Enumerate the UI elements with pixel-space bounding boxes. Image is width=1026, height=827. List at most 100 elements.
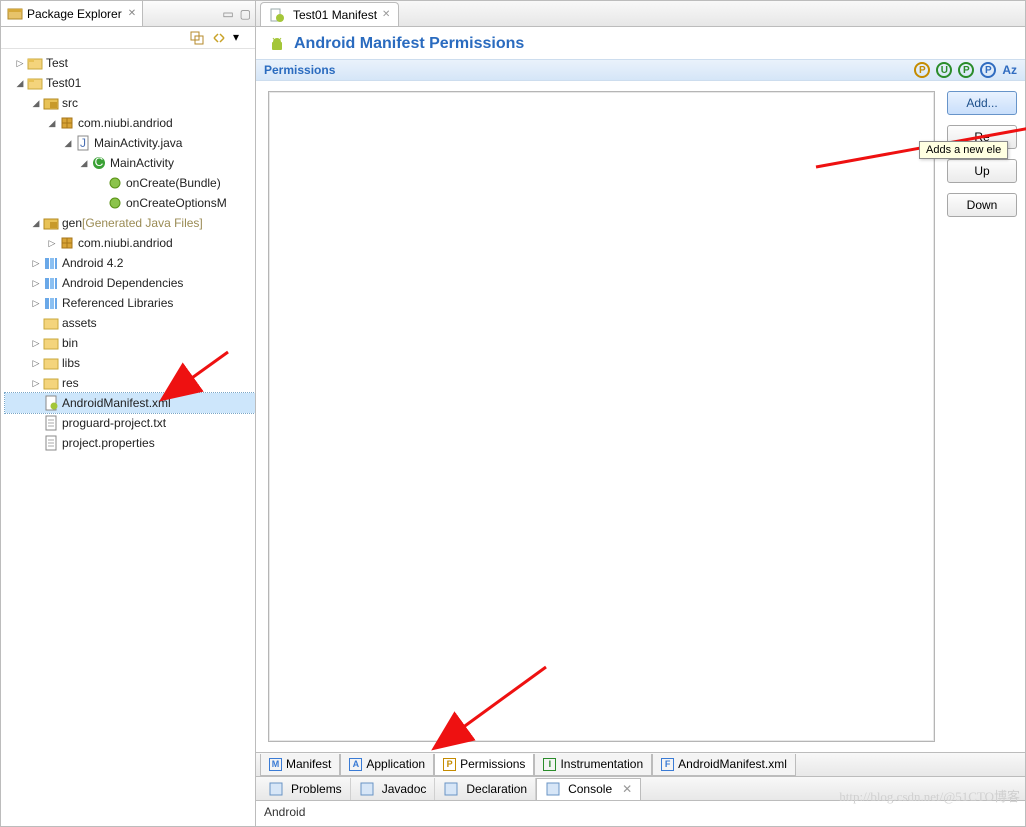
package-explorer-tab[interactable]: Package Explorer ✕ xyxy=(1,1,143,26)
lib-icon xyxy=(43,295,59,311)
tree-item-label: bin xyxy=(62,333,78,353)
sub-tab-androidmanifest-xml[interactable]: FAndroidManifest.xml xyxy=(652,754,796,776)
editor-tab-manifest[interactable]: Test01 Manifest ✕ xyxy=(260,2,399,26)
expand-closed-icon[interactable]: ▷ xyxy=(13,53,27,73)
tree-item-label: AndroidManifest.xml xyxy=(62,393,171,413)
tree-item[interactable]: ◢ Test01 xyxy=(5,73,255,93)
tree-item[interactable]: ▷ Referenced Libraries xyxy=(5,293,255,313)
view-tab-label: Declaration xyxy=(466,782,527,796)
expand-closed-icon[interactable]: ▷ xyxy=(29,373,43,393)
tooltip: Adds a new ele xyxy=(919,141,1008,159)
view-tab-label: Problems xyxy=(291,782,342,796)
manifest-editor: Android Manifest Permissions Permissions… xyxy=(256,27,1025,776)
tree-item[interactable]: ▷Android 4.2 xyxy=(5,253,255,273)
tree-item[interactable]: ◢JMainActivity.java xyxy=(5,133,255,153)
svg-text:J: J xyxy=(80,136,86,150)
section-badges: P U P P Az xyxy=(914,62,1017,78)
tree-item-label: com.niubi.andriod xyxy=(78,233,173,253)
tree-item[interactable]: ▷Android Dependencies xyxy=(5,273,255,293)
tree-item[interactable]: ▷res xyxy=(5,373,255,393)
tree-item-label: Referenced Libraries xyxy=(62,293,173,313)
sub-tab-application[interactable]: AApplication xyxy=(340,754,434,776)
collapse-all-icon[interactable] xyxy=(189,30,205,46)
tree-item[interactable]: proguard-project.txt xyxy=(5,413,255,433)
tree-item[interactable]: ▷ com.niubi.andriod xyxy=(5,233,255,253)
close-icon[interactable]: ✕ xyxy=(622,782,632,796)
expand-open-icon[interactable]: ◢ xyxy=(45,113,59,133)
tree-item-label: Test01 xyxy=(46,73,81,93)
tree-item-extra: [Generated Java Files] xyxy=(82,213,203,233)
badge-p[interactable]: P xyxy=(980,62,996,78)
tree-item-label: project.properties xyxy=(62,433,155,453)
badge-p[interactable]: P xyxy=(914,62,930,78)
method-icon xyxy=(107,195,123,211)
sub-tab-instrumentation[interactable]: IInstrumentation xyxy=(534,754,652,776)
view-tab-console[interactable]: Console✕ xyxy=(536,778,641,800)
android-file-icon xyxy=(269,7,285,23)
permissions-section-header: Permissions P U P P Az xyxy=(256,59,1025,81)
expand-open-icon[interactable]: ◢ xyxy=(13,73,27,93)
tree-item[interactable]: assets xyxy=(5,313,255,333)
expand-open-icon[interactable]: ◢ xyxy=(61,133,75,153)
link-with-editor-icon[interactable] xyxy=(211,30,227,46)
expand-open-icon[interactable]: ◢ xyxy=(77,153,91,173)
editor-area: Test01 Manifest ✕ Android Manifest Permi… xyxy=(256,0,1026,827)
permissions-buttons: Add... Re Up Down xyxy=(947,91,1017,742)
close-icon[interactable]: ✕ xyxy=(382,9,390,20)
expand-open-icon[interactable]: ◢ xyxy=(29,213,43,233)
view-menu-icon[interactable]: ▾ xyxy=(233,30,249,46)
tree-item[interactable]: ▷Test xyxy=(5,53,255,73)
folder-icon xyxy=(43,355,59,371)
badge-u[interactable]: U xyxy=(936,62,952,78)
tree-item[interactable]: ◢src xyxy=(5,93,255,113)
sub-tab-label: AndroidManifest.xml xyxy=(678,757,787,771)
expand-closed-icon[interactable]: ▷ xyxy=(29,353,43,373)
view-tab-problems[interactable]: Problems xyxy=(260,778,351,800)
view-tab-javadoc[interactable]: Javadoc xyxy=(351,778,436,800)
view-tab-declaration[interactable]: Declaration xyxy=(435,778,536,800)
expand-closed-icon[interactable]: ▷ xyxy=(29,273,43,293)
srcfolder-icon xyxy=(43,95,59,111)
project-tree[interactable]: ▷Test◢Test01◢src◢com.niubi.andriod◢JMain… xyxy=(1,49,255,826)
package-icon xyxy=(59,235,75,251)
sort-az[interactable]: Az xyxy=(1002,63,1017,77)
tree-item-label: assets xyxy=(62,313,97,333)
expand-closed-icon[interactable]: ▷ xyxy=(29,253,43,273)
tree-item[interactable]: ▷libs xyxy=(5,353,255,373)
permissions-list[interactable] xyxy=(268,91,935,742)
minimize-icon[interactable]: ▭ xyxy=(222,7,233,21)
package-explorer-tab-label: Package Explorer xyxy=(27,7,122,21)
tree-item[interactable]: project.properties xyxy=(5,433,255,453)
lib-icon xyxy=(43,275,59,291)
tree-item[interactable]: ▷ bin xyxy=(5,333,255,353)
folder-icon xyxy=(43,375,59,391)
tree-item-label: MainActivity xyxy=(110,153,174,173)
up-button[interactable]: Up xyxy=(947,159,1017,183)
tree-item[interactable]: onCreateOptionsM xyxy=(5,193,255,213)
badge-p[interactable]: P xyxy=(958,62,974,78)
package-explorer-icon xyxy=(7,6,23,22)
tree-item[interactable]: onCreate(Bundle) xyxy=(5,173,255,193)
android-icon xyxy=(268,35,286,53)
sub-tab-manifest[interactable]: MManifest xyxy=(260,754,340,776)
expand-closed-icon[interactable]: ▷ xyxy=(45,233,59,253)
svg-text:C: C xyxy=(95,155,104,169)
tree-item[interactable]: ◢gen [Generated Java Files] xyxy=(5,213,255,233)
left-tabbar: Package Explorer ✕ ▭ ▢ xyxy=(1,1,255,27)
tree-item-label: onCreate(Bundle) xyxy=(126,173,221,193)
expand-closed-icon[interactable]: ▷ xyxy=(29,333,43,353)
txtfile-icon xyxy=(43,415,59,431)
add-button[interactable]: Add... xyxy=(947,91,1017,115)
sub-tab-permissions[interactable]: P Permissions xyxy=(434,754,534,776)
sub-tab-label: Permissions xyxy=(460,757,525,771)
tree-item[interactable]: ◢com.niubi.andriod xyxy=(5,113,255,133)
tree-item[interactable]: AndroidManifest.xml xyxy=(5,393,255,413)
sub-tab-icon: P xyxy=(443,758,456,771)
close-icon[interactable]: ✕ xyxy=(128,8,136,19)
maximize-icon[interactable]: ▢ xyxy=(240,7,251,21)
down-button[interactable]: Down xyxy=(947,193,1017,217)
expand-closed-icon[interactable]: ▷ xyxy=(29,293,43,313)
console-output: Android xyxy=(256,801,1025,826)
tree-item[interactable]: ◢ C MainActivity xyxy=(5,153,255,173)
expand-open-icon[interactable]: ◢ xyxy=(29,93,43,113)
